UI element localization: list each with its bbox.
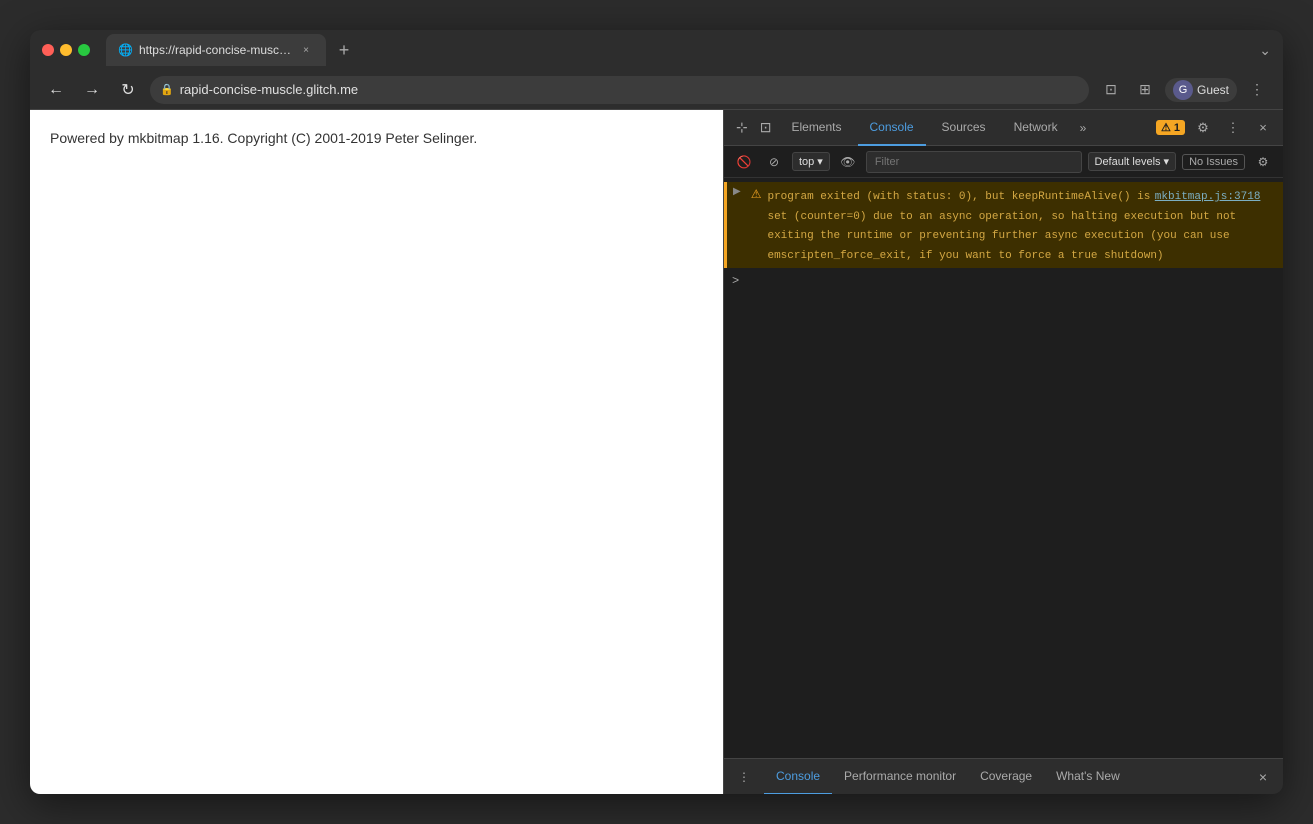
address-bar[interactable]: 🔒 rapid-concise-muscle.glitch.me	[150, 76, 1089, 104]
tab-console[interactable]: Console	[858, 110, 926, 146]
drawer-tab-whats-new[interactable]: What's New	[1044, 759, 1132, 795]
warning-text-line2: set (counter=0) due to an async operatio…	[767, 211, 1236, 223]
nav-bar: ← → ↻ 🔒 rapid-concise-muscle.glitch.me ⊡…	[30, 70, 1283, 110]
levels-arrow: ▾	[1164, 155, 1170, 168]
profile-label: Guest	[1197, 83, 1229, 97]
tab-network[interactable]: Network	[1002, 110, 1070, 146]
devtools-settings-button[interactable]: ⚙	[1191, 116, 1215, 140]
active-tab[interactable]: 🌐 https://rapid-concise-muscle.g... ×	[106, 34, 326, 66]
context-arrow: ▾	[817, 155, 823, 168]
close-traffic-light[interactable]	[42, 44, 54, 56]
devtools-more-button[interactable]: ⋮	[1221, 116, 1245, 140]
drawer-performance-label: Performance monitor	[844, 769, 956, 783]
traffic-lights	[42, 44, 90, 56]
context-label: top	[799, 156, 814, 168]
drawer-tab-console[interactable]: Console	[764, 759, 832, 795]
console-toolbar: 🚫 ⊘ top ▾ 👁 Default levels ▾ No Issues ⚙	[724, 146, 1283, 178]
console-content: ▶ ⚠ program exited (with status: 0), but…	[724, 178, 1283, 758]
devtools-drawer: ⋮ Console Performance monitor Coverage W…	[724, 758, 1283, 794]
devtools-header: ⊹ ⊡ Elements Console Sources Network » ⚠	[724, 110, 1283, 146]
warning-icon: ⚠	[751, 187, 762, 201]
console-clear-button[interactable]: 🚫	[732, 150, 756, 174]
tab-close-button[interactable]: ×	[298, 42, 314, 58]
warning-text-line1: program exited (with status: 0), but kee…	[767, 191, 1150, 203]
drawer-tab-coverage[interactable]: Coverage	[968, 759, 1044, 795]
tab-elements[interactable]: Elements	[779, 110, 853, 146]
levels-label: Default levels	[1095, 156, 1161, 168]
tab-favicon: 🌐	[118, 43, 133, 57]
profile-icon: G	[1173, 80, 1193, 100]
console-warning-message: ▶ ⚠ program exited (with status: 0), but…	[724, 182, 1283, 268]
expand-icon[interactable]: ▶	[733, 186, 741, 197]
more-button[interactable]: ⋮	[1243, 76, 1271, 104]
no-issues-badge: No Issues	[1182, 154, 1245, 170]
new-tab-button[interactable]: +	[330, 36, 358, 64]
tab-dropdown-button[interactable]: ⌄	[1259, 42, 1271, 59]
reload-button[interactable]: ↻	[114, 76, 142, 104]
forward-button[interactable]: →	[78, 76, 106, 104]
webpage: Powered by mkbitmap 1.16. Copyright (C) …	[30, 110, 723, 794]
devtools-inspect-icon[interactable]: ⊡	[756, 119, 776, 136]
devtools-panel: ⊹ ⊡ Elements Console Sources Network » ⚠	[723, 110, 1283, 794]
warning-count: 1	[1174, 122, 1180, 134]
page-content: Powered by mkbitmap 1.16. Copyright (C) …	[50, 130, 703, 146]
title-bar: 🌐 https://rapid-concise-muscle.g... × + …	[30, 30, 1283, 70]
tabs-area: 🌐 https://rapid-concise-muscle.g... × +	[106, 34, 1251, 66]
console-stop-button[interactable]: ⊘	[762, 150, 786, 174]
source-link[interactable]: mkbitmap.js:3718	[1155, 191, 1261, 203]
warning-message-body: program exited (with status: 0), but kee…	[767, 186, 1275, 264]
console-filter-input[interactable]	[866, 151, 1082, 173]
profile-button[interactable]: G Guest	[1165, 78, 1237, 102]
minimize-traffic-light[interactable]	[60, 44, 72, 56]
console-settings-button[interactable]: ⚙	[1251, 150, 1275, 174]
lock-icon: 🔒	[160, 83, 174, 96]
tab-title: https://rapid-concise-muscle.g...	[139, 43, 292, 57]
drawer-menu-button[interactable]: ⋮	[732, 765, 756, 789]
devtools-header-right: ⚠ 1 ⚙ ⋮ ×	[1156, 116, 1275, 140]
drawer-coverage-label: Coverage	[980, 769, 1032, 783]
devtools-cursor-icon[interactable]: ⊹	[732, 119, 752, 136]
drawer-whats-new-label: What's New	[1056, 769, 1120, 783]
address-text: rapid-concise-muscle.glitch.me	[180, 82, 358, 97]
more-devtools-tabs-button[interactable]: »	[1074, 121, 1093, 135]
warning-text-line4: emscripten_force_exit, if you want to fo…	[767, 250, 1163, 262]
prompt-arrow: >	[732, 274, 739, 288]
context-selector[interactable]: top ▾	[792, 152, 830, 171]
warning-badge[interactable]: ⚠ 1	[1156, 120, 1185, 135]
drawer-console-label: Console	[776, 769, 820, 783]
cast-button[interactable]: ⊡	[1097, 76, 1125, 104]
drawer-tab-performance-monitor[interactable]: Performance monitor	[832, 759, 968, 795]
browser-window: 🌐 https://rapid-concise-muscle.g... × + …	[30, 30, 1283, 794]
warning-triangle: ⚠	[1161, 121, 1171, 134]
maximize-traffic-light[interactable]	[78, 44, 90, 56]
nav-right: ⊡ ⊞ G Guest ⋮	[1097, 76, 1271, 104]
drawer-close-button[interactable]: ×	[1251, 765, 1275, 789]
main-content: Powered by mkbitmap 1.16. Copyright (C) …	[30, 110, 1283, 794]
tab-sources[interactable]: Sources	[930, 110, 998, 146]
back-button[interactable]: ←	[42, 76, 70, 104]
screen-button[interactable]: ⊞	[1131, 76, 1159, 104]
levels-selector[interactable]: Default levels ▾	[1088, 152, 1177, 171]
warning-text-line3: exiting the runtime or preventing furthe…	[767, 230, 1229, 242]
devtools-close-button[interactable]: ×	[1251, 116, 1275, 140]
console-prompt: >	[724, 268, 1283, 294]
console-eye-button[interactable]: 👁	[836, 150, 860, 174]
